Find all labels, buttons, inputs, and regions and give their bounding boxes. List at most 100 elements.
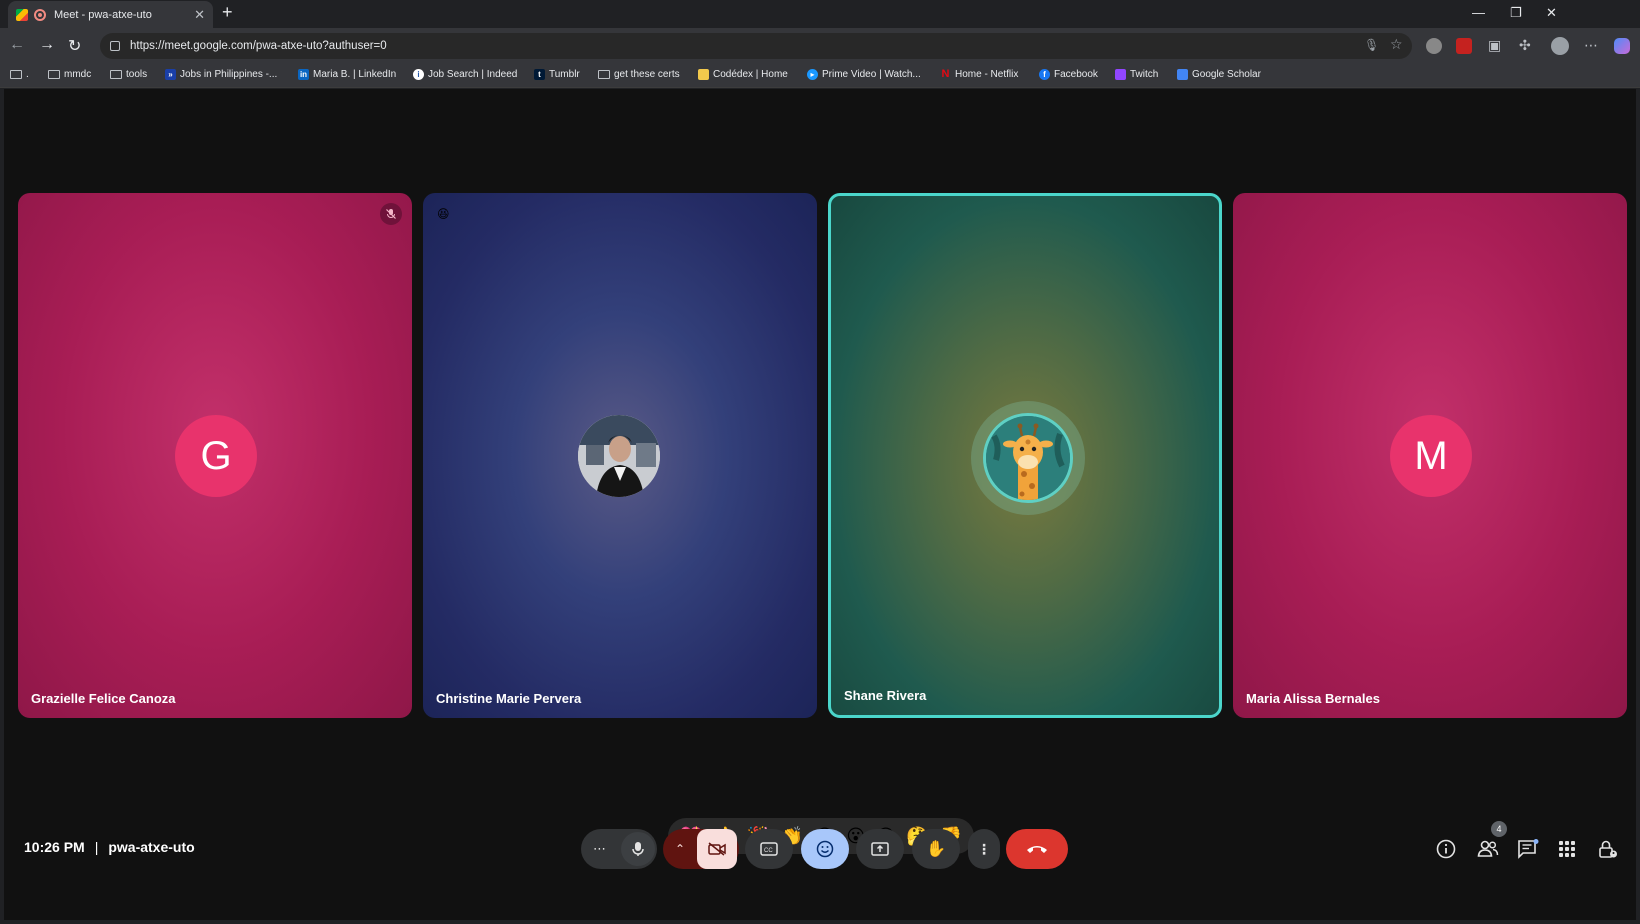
codedex-icon [698, 69, 709, 80]
bookmark-jobs[interactable]: » Jobs in Philippines -... [165, 69, 277, 80]
back-icon[interactable]: ← [9, 36, 25, 54]
recording-indicator-icon [34, 8, 46, 21]
participant-tile-speaking[interactable]: Shane Rivera [828, 193, 1222, 718]
copilot-icon[interactable] [1614, 38, 1630, 54]
audio-options-icon[interactable]: ⋯ [593, 841, 606, 857]
bookmark-codedex[interactable]: Codédex | Home [698, 69, 788, 80]
address-bar[interactable]: https://meet.google.com/pwa-atxe-uto?aut… [100, 33, 1412, 59]
divider: | [94, 839, 99, 855]
folder-icon [10, 70, 22, 79]
reactions-button[interactable] [801, 829, 849, 869]
meeting-code: pwa-atxe-uto [108, 839, 195, 855]
info-icon [1436, 839, 1456, 859]
split-screen-icon[interactable]: ▣ [1488, 37, 1501, 54]
raise-hand-icon: ✋ [926, 841, 946, 858]
prime-video-icon: ▸ [807, 69, 818, 80]
host-controls-button[interactable] [1598, 839, 1618, 864]
bookmark-certs[interactable]: get these certs [598, 69, 680, 80]
close-window-icon[interactable]: ✕ [1546, 5, 1557, 21]
captions-icon: CC [760, 842, 778, 856]
emoji-icon [816, 840, 834, 858]
mic-indicator-icon[interactable]: 🎙 [1364, 38, 1379, 52]
camera-off-button[interactable] [697, 829, 737, 869]
hang-up-icon [1027, 846, 1047, 853]
folder-icon [48, 70, 60, 79]
indeed-icon: i [413, 69, 424, 80]
participant-name: Christine Marie Pervera [436, 691, 582, 706]
audio-control-group: ⋯ [581, 829, 657, 869]
present-screen-button[interactable] [856, 829, 904, 869]
forward-icon[interactable]: → [39, 36, 55, 54]
reload-icon[interactable]: ↻ [68, 36, 81, 56]
bookmark-netflix[interactable]: N Home - Netflix [940, 68, 1019, 81]
avatar: M [1390, 415, 1472, 497]
more-menu-icon[interactable]: ⋯ [1584, 37, 1598, 54]
extension-icon[interactable] [1426, 38, 1442, 54]
jobs-icon: » [165, 69, 176, 80]
bookmark-linkedin[interactable]: in Maria B. | LinkedIn [298, 69, 396, 80]
captions-button[interactable]: CC [745, 829, 793, 869]
giraffe-avatar-icon [983, 413, 1073, 503]
linkedin-icon: in [298, 69, 309, 80]
people-icon [1477, 840, 1499, 857]
more-options-button[interactable]: ⋮ [968, 829, 1000, 869]
meeting-info-button[interactable] [1436, 839, 1456, 864]
camera-off-icon [708, 842, 726, 856]
more-vert-icon: ⋮ [977, 840, 991, 857]
participant-tile[interactable]: M Maria Alissa Bernales [1233, 193, 1627, 718]
bookmark-mmdc[interactable]: mmdc [48, 69, 91, 80]
microphone-button[interactable] [621, 832, 655, 866]
bookmark-star-icon[interactable]: ☆ [1390, 36, 1403, 53]
people-count-badge: 4 [1491, 821, 1507, 837]
present-screen-icon [871, 842, 889, 856]
bookmark-google-scholar[interactable]: Google Scholar [1177, 69, 1261, 80]
folder-icon [110, 70, 122, 79]
avatar: G [175, 415, 257, 497]
participant-name: Grazielle Felice Canoza [31, 691, 176, 706]
video-control-group: ⌃ [663, 829, 739, 869]
activities-button[interactable] [1557, 839, 1577, 864]
reaction-badge: 😆 [437, 207, 450, 221]
tab-title: Meet - pwa-atxe-uto [54, 8, 152, 21]
netflix-icon: N [941, 68, 950, 80]
apps-folder[interactable]: . [10, 69, 29, 80]
minimize-icon[interactable]: — [1472, 5, 1485, 20]
url-text[interactable]: https://meet.google.com/pwa-atxe-uto?aut… [130, 40, 387, 52]
bookmark-tumblr[interactable]: t Tumblr [534, 69, 580, 80]
twitch-icon [1115, 69, 1126, 80]
google-scholar-icon [1177, 69, 1188, 80]
participant-tile[interactable]: 😆 Christine Marie Pervera [423, 193, 817, 718]
leave-call-button[interactable] [1006, 829, 1068, 869]
host-lock-icon [1599, 840, 1617, 858]
tab-strip: Meet - pwa-atxe-uto ✕ + — ❐ ✕ [0, 0, 1640, 28]
bookmark-facebook[interactable]: f Facebook [1039, 69, 1098, 80]
browser-toolbar: ← → ↻ https://meet.google.com/pwa-atxe-u… [0, 28, 1640, 64]
extensions-icon[interactable]: ✣ [1519, 37, 1531, 54]
bookmark-prime-video[interactable]: ▸ Prime Video | Watch... [807, 69, 921, 80]
raise-hand-button[interactable]: ✋ [912, 829, 960, 869]
people-button[interactable] [1477, 839, 1499, 864]
bookmark-tools[interactable]: tools [110, 69, 147, 80]
meeting-details: 10:26 PM | pwa-atxe-uto [24, 839, 195, 855]
bookmark-indeed[interactable]: i Job Search | Indeed [413, 69, 517, 80]
meet-stage: G Grazielle Felice Canoza 😆 Christine Ma… [4, 89, 1636, 920]
participant-name: Maria Alissa Bernales [1246, 691, 1380, 706]
close-tab-icon[interactable]: ✕ [194, 7, 205, 23]
participant-tile[interactable]: G Grazielle Felice Canoza [18, 193, 412, 718]
bookmarks-bar: . mmdc tools » Jobs in Philippines -... i… [0, 64, 1640, 88]
restore-icon[interactable]: ❐ [1510, 5, 1522, 21]
bookmark-twitch[interactable]: Twitch [1115, 69, 1158, 80]
apps-grid-icon [1559, 841, 1575, 857]
current-time: 10:26 PM [24, 839, 85, 855]
video-options-chevron-icon[interactable]: ⌃ [675, 842, 685, 856]
active-tab[interactable]: Meet - pwa-atxe-uto ✕ [8, 1, 213, 28]
avatar [578, 415, 660, 497]
site-info-icon[interactable] [110, 41, 120, 51]
profile-avatar[interactable] [1551, 37, 1569, 55]
news-extension-icon[interactable] [1456, 38, 1472, 54]
svg-text:CC: CC [764, 848, 773, 854]
participant-name: Shane Rivera [844, 688, 927, 703]
chat-icon [1518, 839, 1539, 859]
chat-button[interactable] [1517, 839, 1539, 864]
new-tab-icon[interactable]: + [222, 2, 233, 23]
